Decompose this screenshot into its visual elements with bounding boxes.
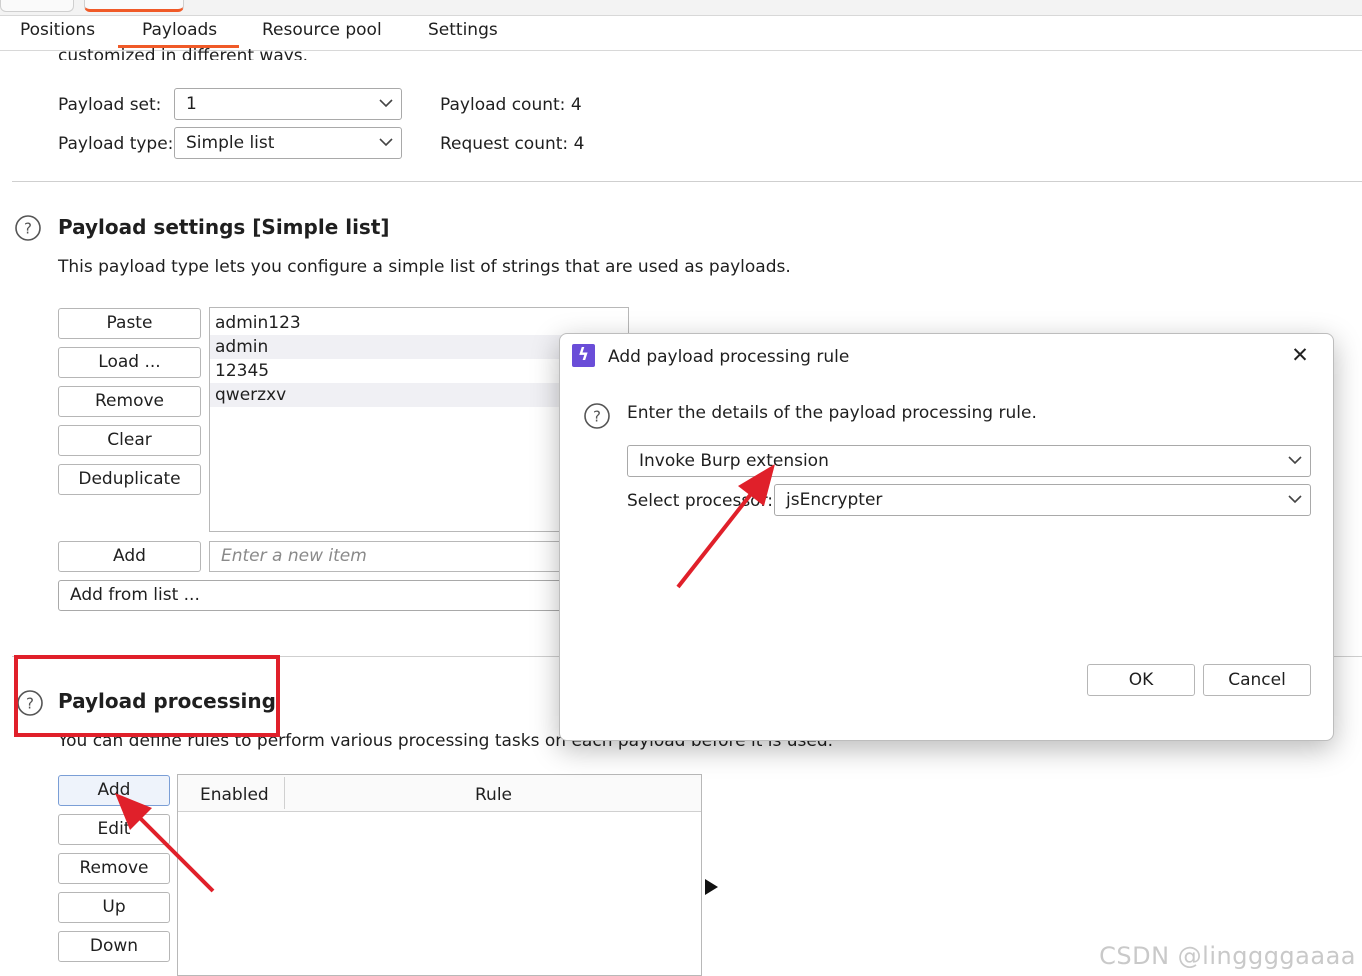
chevron-down-icon	[1288, 495, 1302, 504]
down-rule-button[interactable]: Down	[58, 931, 170, 962]
dialog-icon-glyph: ϟ	[577, 345, 590, 365]
cursor-arrow-icon	[705, 879, 718, 895]
close-icon[interactable]: ✕	[1286, 341, 1314, 369]
remove-button[interactable]: Remove	[58, 386, 201, 417]
column-enabled[interactable]: Enabled	[200, 785, 269, 805]
processor-select[interactable]: jsEncrypter	[774, 484, 1311, 516]
payload-count: Payload count: 4	[440, 95, 582, 115]
request-count-value: 4	[573, 134, 585, 154]
add-processing-rule-dialog: ϟ Add payload processing rule ✕ ? Enter …	[559, 333, 1334, 741]
request-count-label: Request count:	[440, 134, 569, 154]
paste-button[interactable]: Paste	[58, 308, 201, 339]
chevron-down-icon	[379, 99, 393, 108]
dialog-title: Add payload processing rule	[608, 347, 850, 367]
payload-type-select[interactable]: Simple list	[174, 127, 402, 159]
chevron-down-icon	[379, 138, 393, 147]
payload-type-value: Simple list	[186, 133, 275, 153]
table-header: Enabled Rule	[178, 775, 701, 812]
payload-type-label: Payload type:	[58, 134, 174, 154]
chevron-down-icon	[1288, 456, 1302, 465]
add-from-list-label: Add from list ...	[70, 585, 200, 605]
tab-positions[interactable]: Positions	[20, 20, 95, 40]
cancel-button[interactable]: Cancel	[1203, 664, 1311, 696]
remove-rule-button[interactable]: Remove	[58, 853, 170, 884]
help-icon[interactable]: ?	[14, 214, 42, 242]
rule-type-select[interactable]: Invoke Burp extension	[627, 445, 1311, 477]
add-from-list-select[interactable]: Add from list ...	[58, 580, 629, 611]
payload-settings-title: Payload settings [Simple list]	[58, 215, 390, 239]
processor-value: jsEncrypter	[786, 490, 883, 510]
processing-rules-table[interactable]: Enabled Rule	[177, 774, 702, 976]
processor-label: Select processor:	[627, 491, 773, 511]
tab-settings[interactable]: Settings	[428, 20, 498, 40]
request-count: Request count: 4	[440, 134, 584, 154]
payload-set-label: Payload set:	[58, 95, 162, 115]
payload-set-select[interactable]: 1	[174, 88, 402, 120]
svg-text:?: ?	[593, 408, 601, 426]
divider	[12, 181, 1362, 182]
add-rule-button[interactable]: Add	[58, 775, 170, 806]
annotation-highlight-box	[14, 655, 280, 737]
column-divider	[284, 777, 285, 809]
load-button[interactable]: Load ...	[58, 347, 201, 378]
clear-button[interactable]: Clear	[58, 425, 201, 456]
watermark: CSDN @linggggaaaa	[1099, 942, 1356, 970]
dialog-prompt: Enter the details of the payload process…	[627, 403, 1037, 423]
list-item[interactable]: admin123	[210, 311, 628, 335]
payload-count-label: Payload count:	[440, 95, 566, 115]
svg-text:?: ?	[24, 220, 32, 238]
top-tab-active[interactable]	[84, 0, 184, 12]
intro-text: customized in different ways.	[58, 46, 309, 60]
add-item-button[interactable]: Add	[58, 541, 201, 572]
column-rule[interactable]: Rule	[475, 785, 512, 805]
up-rule-button[interactable]: Up	[58, 892, 170, 923]
tab-payloads[interactable]: Payloads	[142, 20, 217, 40]
payload-settings-description: This payload type lets you configure a s…	[58, 257, 791, 277]
rule-type-value: Invoke Burp extension	[639, 451, 829, 471]
edit-rule-button[interactable]: Edit	[58, 814, 170, 845]
deduplicate-button[interactable]: Deduplicate	[58, 464, 201, 495]
burp-dialog-icon: ϟ	[572, 344, 595, 367]
tab-resource-pool[interactable]: Resource pool	[262, 20, 382, 40]
payload-set-value: 1	[186, 94, 197, 114]
top-tab[interactable]	[0, 0, 74, 12]
help-icon[interactable]: ?	[583, 402, 611, 430]
top-tab-strip	[0, 0, 1362, 16]
ok-button[interactable]: OK	[1087, 664, 1195, 696]
payload-count-value: 4	[570, 95, 582, 115]
